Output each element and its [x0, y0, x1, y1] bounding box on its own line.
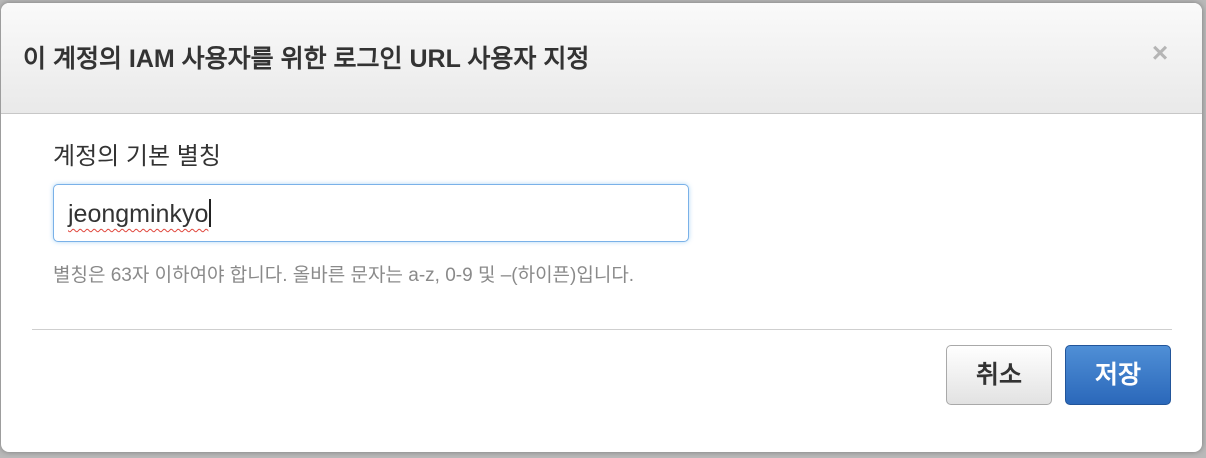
close-icon[interactable]: ×	[1146, 39, 1174, 67]
cancel-button[interactable]: 취소	[946, 345, 1052, 405]
save-button[interactable]: 저장	[1065, 345, 1171, 405]
customize-url-dialog: 이 계정의 IAM 사용자를 위한 로그인 URL 사용자 지정 × 계정의 기…	[1, 3, 1202, 452]
alias-input[interactable]: jeongminkyo	[53, 184, 689, 242]
alias-help-text: 별칭은 63자 이하여야 합니다. 올바른 문자는 a-z, 0-9 및 –(하…	[53, 265, 635, 286]
alias-field-label: 계정의 기본 별칭	[53, 143, 221, 170]
text-caret	[209, 199, 212, 227]
dialog-header: 이 계정의 IAM 사용자를 위한 로그인 URL 사용자 지정 ×	[1, 3, 1202, 114]
alias-input-value: jeongminkyo	[68, 199, 212, 229]
footer-divider	[32, 329, 1172, 330]
dialog-title: 이 계정의 IAM 사용자를 위한 로그인 URL 사용자 지정	[23, 45, 590, 73]
